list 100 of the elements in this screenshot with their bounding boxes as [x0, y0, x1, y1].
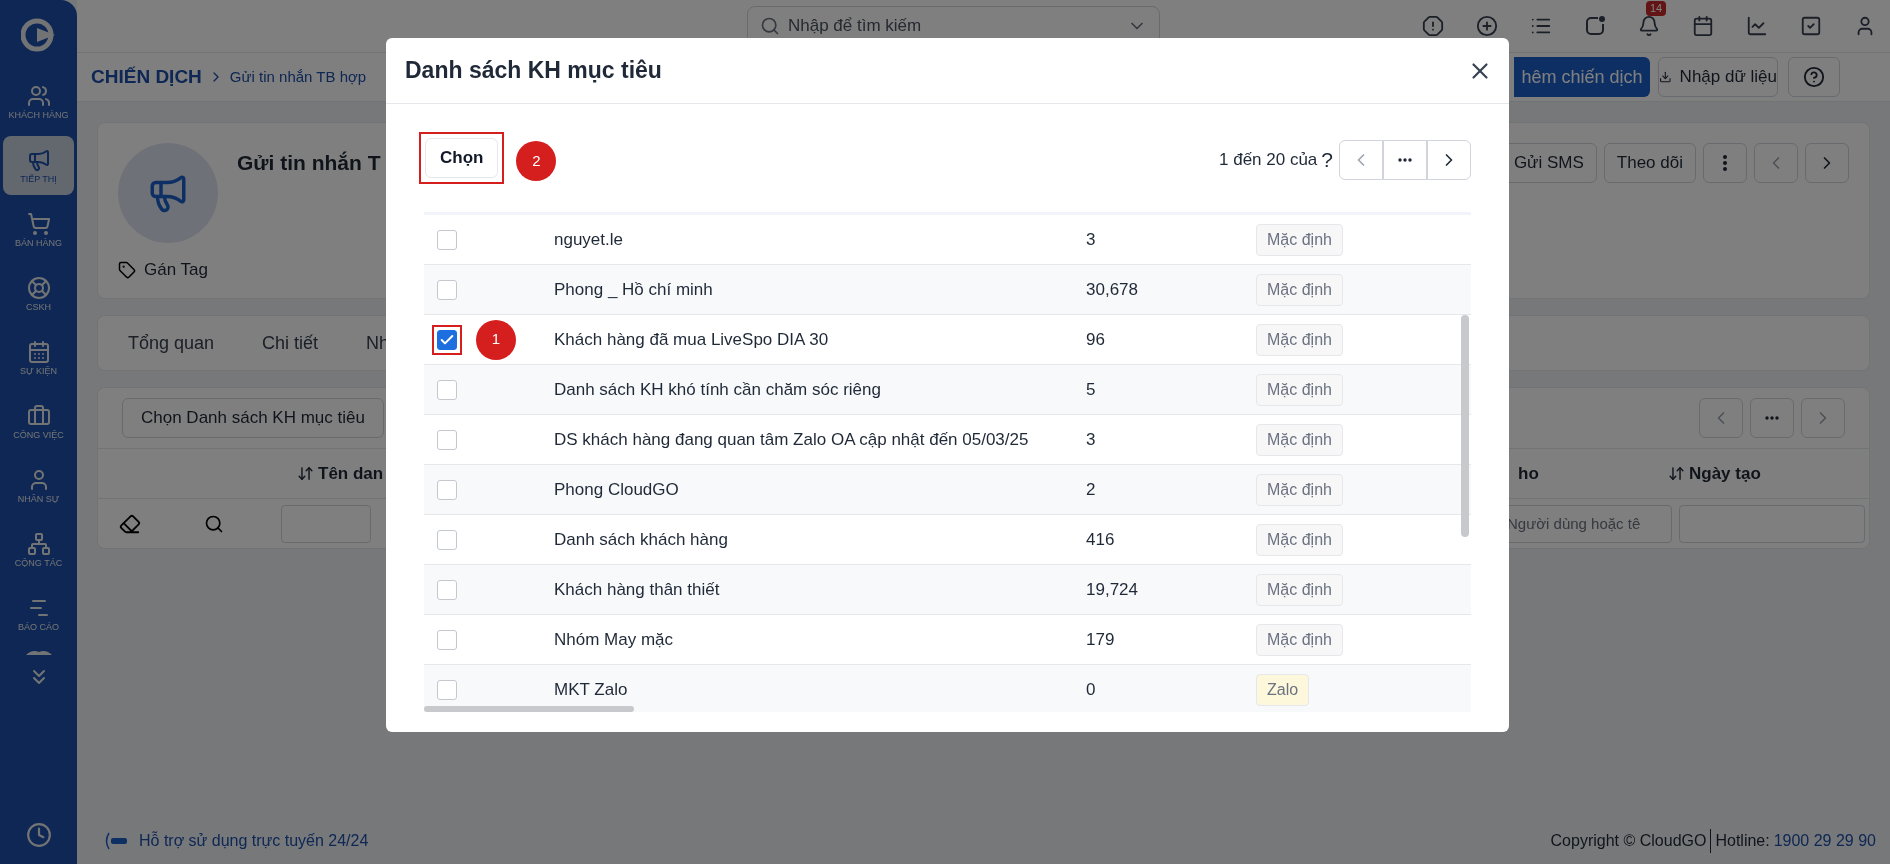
- sidebar-item[interactable]: NHÂN SỰ: [3, 456, 74, 515]
- column-header: Ngày tạo: [1689, 462, 1762, 485]
- assign-tag-link[interactable]: Gán Tag: [144, 257, 208, 283]
- table-cell-text: Nhóm May mặc: [554, 628, 675, 651]
- alert-icon[interactable]: [1422, 15, 1444, 37]
- table-cell-text: Khách hàng thân thiết: [554, 578, 721, 601]
- calendar-icon[interactable]: [1692, 15, 1714, 37]
- more-button[interactable]: [1383, 140, 1427, 180]
- row-checkbox[interactable]: [437, 329, 457, 350]
- add-icon[interactable]: [1476, 15, 1498, 37]
- tag-label: Mặc định: [1256, 423, 1343, 456]
- import-button[interactable]: Nhập dữ liệu: [1658, 57, 1778, 97]
- add-campaign-button[interactable]: hêm chiến dịch: [1514, 57, 1650, 97]
- tag-label: Mặc định: [1256, 573, 1343, 606]
- support-link[interactable]: Hỗ trợ sử dụng trực tuyến 24/24: [139, 829, 369, 853]
- table-cell-text: nguyet.le: [554, 228, 624, 251]
- table-cell-text: 416: [1086, 528, 1116, 551]
- users-icon: [26, 83, 51, 108]
- more-icon: [1765, 416, 1779, 420]
- tag-label: Mặc định: [1256, 273, 1343, 306]
- sidebar-item[interactable]: SỰ KIỆN: [3, 328, 74, 387]
- more-icon: [1398, 158, 1412, 162]
- sidebar-item[interactable]: CÔNG VIỆC: [3, 392, 74, 451]
- horizontal-scrollbar[interactable]: [424, 706, 634, 712]
- more-button[interactable]: [1750, 398, 1794, 438]
- help-button[interactable]: [1788, 57, 1840, 97]
- hotline-link[interactable]: 1900 29 29 90: [1773, 829, 1876, 853]
- next-button[interactable]: [1801, 398, 1845, 438]
- sidebar-item[interactable]: BÁO CÁO: [3, 584, 74, 643]
- callout-marker: 2: [516, 141, 557, 181]
- network-icon: [26, 531, 51, 556]
- vertical-scrollbar[interactable]: [1461, 315, 1469, 537]
- pagination-text: 1 đến 20 của: [1219, 149, 1318, 172]
- sidebar-item[interactable]: CSKH: [3, 264, 74, 323]
- callout-marker: 1: [476, 319, 516, 360]
- previous-button[interactable]: [1699, 398, 1743, 438]
- table-cell-text: 0: [1086, 678, 1097, 701]
- history-icon[interactable]: [25, 822, 52, 848]
- tag-label: Mặc định: [1256, 623, 1343, 656]
- previous-button[interactable]: [1339, 140, 1383, 180]
- tab[interactable]: Chi tiết: [262, 329, 319, 357]
- search-icon[interactable]: [204, 513, 224, 534]
- row-checkbox[interactable]: [437, 679, 457, 700]
- table-row[interactable]: Khách hàng thân thiết 19,724 Mặc định: [424, 565, 1471, 615]
- table-row[interactable]: MKT Zalo 0 Zalo: [424, 665, 1471, 712]
- sidebar-item[interactable]: TIẾP THỊ: [3, 136, 74, 195]
- action-button[interactable]: Theo dõi: [1603, 143, 1696, 183]
- row-checkbox[interactable]: [437, 429, 457, 450]
- chart-icon[interactable]: [1746, 15, 1768, 37]
- megaphone-icon: [26, 147, 51, 172]
- pagination-total: ?: [1321, 147, 1333, 174]
- chat-icon[interactable]: [1584, 15, 1606, 37]
- table-row[interactable]: Phong _ Hồ chí minh 30,678 Mặc định: [424, 265, 1471, 315]
- table-cell-text: Khách hàng đã mua LiveSpo DIA 30: [554, 328, 830, 351]
- column-header: ho: [1518, 462, 1540, 485]
- sidebar-item[interactable]: BÁN HÀNG: [3, 200, 74, 259]
- table-cell-text: 19,724: [1086, 578, 1139, 601]
- table-cell-text: Phong CloudGO: [554, 478, 680, 501]
- table-cell-text: 30,678: [1086, 278, 1139, 301]
- breadcrumb-link[interactable]: CHIẾN DỊCH: [91, 62, 202, 92]
- sidebar-item[interactable]: KHÁCH HÀNG: [3, 72, 74, 131]
- eraser-icon[interactable]: [119, 512, 141, 535]
- tab[interactable]: Tổng quan: [128, 329, 215, 357]
- table-row[interactable]: Danh sách KH khó tính cần chăm sóc riêng 5 Mặc định: [424, 365, 1471, 415]
- choose-button[interactable]: Chọn: [425, 138, 499, 178]
- row-checkbox[interactable]: [437, 279, 457, 300]
- row-checkbox[interactable]: [437, 529, 457, 550]
- table-cell-text: 96: [1086, 328, 1106, 351]
- copyright-text: Copyright © CloudGO: [1550, 829, 1712, 853]
- previous-button[interactable]: [1754, 143, 1798, 183]
- next-button[interactable]: [1805, 143, 1849, 183]
- table-cell-text: 3: [1086, 428, 1097, 451]
- zalo-icon: [103, 831, 129, 851]
- briefcase-icon: [26, 403, 51, 428]
- tag-label: Zalo: [1256, 673, 1310, 706]
- notification-icon[interactable]: [1638, 15, 1660, 37]
- table-row[interactable]: Phong CloudGO 2 Mặc định: [424, 465, 1471, 515]
- select-list-button[interactable]: Chọn Danh sách KH mục tiêu: [122, 398, 384, 438]
- table-cell-text: 2: [1086, 478, 1097, 501]
- breadcrumb-current: Gửi tin nhắn TB hợp: [229, 66, 367, 87]
- row-checkbox[interactable]: [437, 379, 457, 400]
- task-icon[interactable]: [1800, 15, 1822, 37]
- sort-icon[interactable]: [1668, 465, 1685, 482]
- more-button[interactable]: [1703, 143, 1747, 183]
- modal-title: Danh sách KH mục tiêu: [405, 56, 662, 86]
- tag-label: Mặc định: [1256, 373, 1343, 406]
- table-cell-text: Danh sách khách hàng: [554, 528, 729, 551]
- table-cell-text: MKT Zalo: [554, 678, 629, 701]
- notification-badge: 14: [1646, 1, 1667, 16]
- lifebuoy-icon: [26, 275, 51, 300]
- book-icon: [24, 648, 53, 656]
- row-checkbox[interactable]: [437, 629, 457, 650]
- search-field[interactable]: Nhập để tìm kiếm: [788, 13, 1119, 39]
- row-checkbox[interactable]: [437, 479, 457, 500]
- row-checkbox[interactable]: [437, 229, 457, 250]
- next-button[interactable]: [1427, 140, 1471, 180]
- sidebar-item[interactable]: CỘNG TÁC: [3, 520, 74, 579]
- sort-icon[interactable]: [297, 465, 314, 482]
- table-cell-text: 5: [1086, 378, 1097, 401]
- row-checkbox[interactable]: [437, 579, 457, 600]
